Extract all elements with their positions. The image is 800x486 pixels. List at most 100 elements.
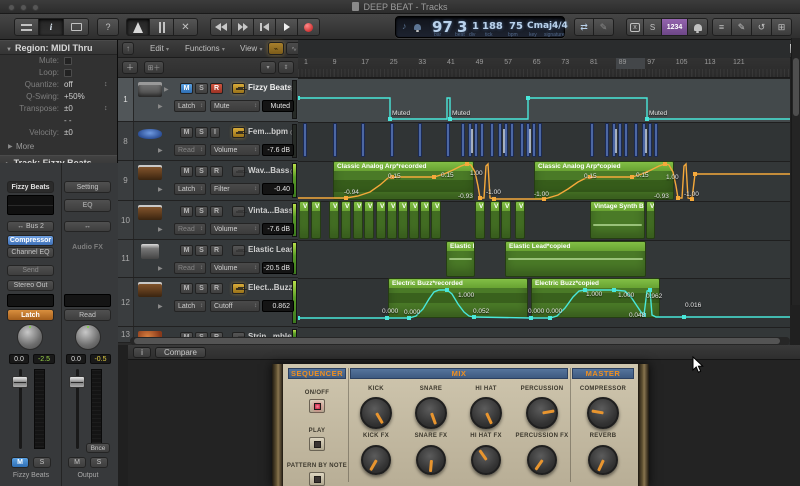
browsers-button[interactable]: ⊞ xyxy=(772,18,792,36)
automation-param-dropdown[interactable]: Volume ↕ xyxy=(210,144,260,156)
mix-snare-fx-knob[interactable] xyxy=(416,445,446,475)
lcd-display[interactable]: ♪ 97 bar 3 beat 1 div 188 tick 75 bpm Cm… xyxy=(395,16,568,38)
arrange-area[interactable]: 1 9 17 25 33 41 49 57 65 73 81 89 97 105 113 121 Classi… xyxy=(298,40,790,345)
automation-value[interactable]: -20.5 dB xyxy=(262,262,294,274)
mix-percussion-knob[interactable] xyxy=(526,397,558,429)
region-field-value[interactable]: ±0 xyxy=(64,103,73,115)
setting-button[interactable]: Setting xyxy=(64,181,111,193)
insert-channel-eq-button[interactable]: Channel EQ xyxy=(7,247,54,258)
track-automation-toggle[interactable] xyxy=(232,283,245,294)
track-row[interactable]: 8 M S I Fem...bpm ▶ Read ↕ Volume ↕ -7.6 dB xyxy=(118,122,298,161)
replace-button[interactable]: ✎ xyxy=(594,18,614,36)
list-editors-button[interactable]: ≡ xyxy=(712,18,732,36)
automation-value[interactable]: Muted xyxy=(262,100,294,112)
automation-mode-dropdown[interactable]: Read ↕ xyxy=(174,262,206,274)
region-field-checkbox[interactable] xyxy=(64,69,72,77)
automation-point[interactable] xyxy=(432,175,436,179)
track-name[interactable]: Elastic Lead xyxy=(248,245,295,254)
pan-knob-output[interactable] xyxy=(75,324,101,350)
channel-name-box[interactable]: Fizzy Beats xyxy=(7,181,54,193)
automation-mode-dropdown[interactable]: Latch ↕ xyxy=(174,183,206,195)
seq-play-button[interactable] xyxy=(309,437,325,451)
group-slot-output[interactable] xyxy=(64,294,111,307)
seq-pattern-by-note-button[interactable] xyxy=(309,472,325,486)
solo-track-button[interactable]: S xyxy=(195,206,208,217)
view-menu[interactable]: View ▾ xyxy=(240,40,262,58)
mute-track-button[interactable]: M xyxy=(180,283,193,294)
track-zoom-preset-button[interactable]: ▾ xyxy=(260,61,276,74)
help-button[interactable]: ? xyxy=(97,18,119,36)
automation-value[interactable]: -0.40 xyxy=(262,183,294,195)
automation-point[interactable] xyxy=(472,315,476,319)
pan-knob[interactable] xyxy=(17,324,43,350)
track-name[interactable]: Fizzy Beats xyxy=(248,83,292,92)
automation-point[interactable] xyxy=(676,196,680,200)
mix-snare-knob[interactable] xyxy=(415,397,447,429)
automation-point[interactable] xyxy=(630,175,634,179)
automation-mode-dropdown[interactable]: Read ↕ xyxy=(174,223,206,235)
insert-compressor-button[interactable]: Compressor xyxy=(7,235,54,246)
stepper-icon[interactable]: ↕ xyxy=(104,79,108,91)
output-button[interactable]: Stereo Out xyxy=(7,280,54,291)
automation-point[interactable] xyxy=(465,162,469,166)
automation-point[interactable] xyxy=(388,117,392,121)
automation-point[interactable] xyxy=(344,196,348,200)
track-disclosure-icon[interactable]: ▶ xyxy=(164,86,169,93)
automation-disclosure-icon[interactable]: ▶ xyxy=(158,147,163,154)
track-height-button[interactable]: ⇕ xyxy=(278,61,294,74)
automation-point[interactable] xyxy=(445,288,449,292)
record-enable-track-button[interactable]: R xyxy=(210,166,223,177)
region-inspector-header[interactable]: ▼ Region: MIDI Thru xyxy=(0,40,117,55)
solo-button[interactable]: S xyxy=(33,457,51,468)
region-field-checkbox[interactable] xyxy=(64,57,72,65)
automation-mode-dropdown[interactable]: Read ↕ xyxy=(174,144,206,156)
track-automation-toggle[interactable] xyxy=(232,206,245,217)
automation-disclosure-icon[interactable]: ▶ xyxy=(158,103,163,110)
automation-mode-read-button[interactable]: Read xyxy=(64,309,111,321)
input-bus-button[interactable]: ↔ Bus 2 xyxy=(7,221,54,232)
mute-automation[interactable] xyxy=(298,97,790,120)
mute-track-button[interactable]: M xyxy=(180,245,193,256)
eq-thumbnail[interactable] xyxy=(7,195,54,215)
forward-button[interactable] xyxy=(232,18,254,36)
automation-point[interactable] xyxy=(645,117,649,121)
apple-loops-button[interactable]: ↺ xyxy=(752,18,772,36)
region-field-value[interactable]: - - xyxy=(64,115,72,127)
automation-param-dropdown[interactable]: Mute ↕ xyxy=(210,100,260,112)
track-name[interactable]: Elect...Buzz xyxy=(248,283,292,292)
mix-kick-fx-knob[interactable] xyxy=(361,445,391,475)
automation-point[interactable] xyxy=(548,316,552,320)
show-automation-button[interactable]: ⌁ xyxy=(268,42,284,55)
track-row[interactable]: 10 M S R Vinta...Bass ▶ Read ↕ Volume ↕ -7.6 dB xyxy=(118,201,298,240)
record-enable-track-button[interactable]: R xyxy=(210,245,223,256)
note-pads-button[interactable]: ✎ xyxy=(732,18,752,36)
compare-button[interactable]: Compare xyxy=(155,347,206,358)
mute-button[interactable]: M xyxy=(11,457,29,468)
play-button[interactable] xyxy=(276,18,298,36)
inspector-toggle-button[interactable]: i xyxy=(39,18,64,36)
solo-button-output[interactable]: S xyxy=(90,457,108,468)
volume-value[interactable]: -2.5 xyxy=(33,354,55,364)
automation-param-dropdown[interactable]: Volume ↕ xyxy=(210,223,260,235)
track-name[interactable]: Fem...bpm xyxy=(248,127,292,136)
automation-point[interactable] xyxy=(526,96,530,100)
automation-point[interactable] xyxy=(448,117,452,121)
solo-track-button[interactable]: S xyxy=(195,83,208,94)
automation-point[interactable] xyxy=(492,197,496,201)
vertical-scroll-thumb[interactable] xyxy=(793,58,799,116)
track-automation-toggle[interactable] xyxy=(232,127,245,138)
count-in-button[interactable]: 1234 xyxy=(662,18,688,36)
stepper-icon[interactable]: ↕ xyxy=(104,103,108,115)
automation-value[interactable]: -7.6 dB xyxy=(262,144,294,156)
hide-automation-button[interactable]: ↑ xyxy=(122,42,134,55)
automation-point[interactable] xyxy=(298,96,300,100)
automation-param-dropdown[interactable]: Cutoff ↕ xyxy=(210,300,260,312)
master-reverb-knob[interactable] xyxy=(588,445,618,475)
mute-track-button[interactable]: M xyxy=(180,166,193,177)
vertical-scrollbar[interactable] xyxy=(791,38,800,305)
metronome-button[interactable] xyxy=(126,18,150,36)
solo-track-button[interactable]: S xyxy=(195,166,208,177)
automation-point[interactable] xyxy=(648,288,652,292)
region-more-row[interactable]: ▶ More xyxy=(0,141,117,153)
region-field-value[interactable]: ±0 xyxy=(64,127,73,139)
